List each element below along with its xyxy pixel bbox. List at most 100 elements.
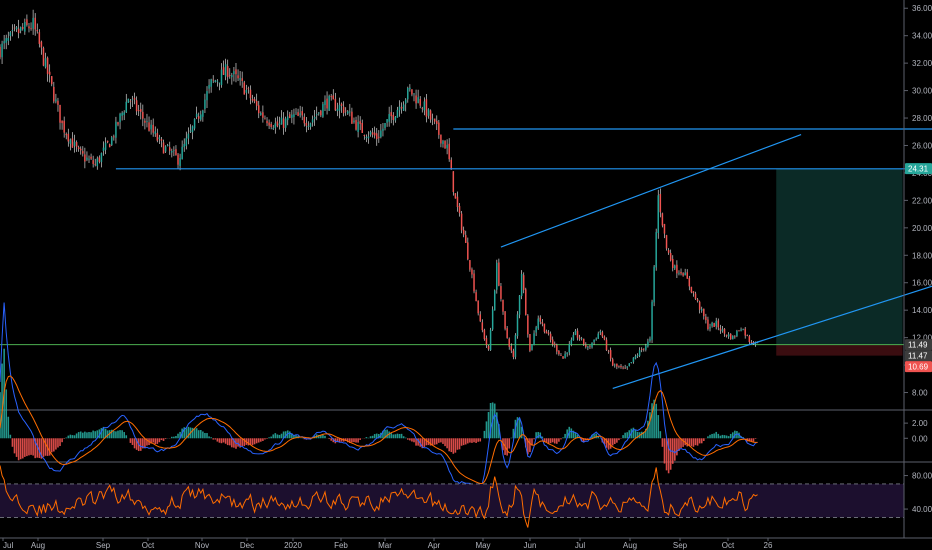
candle-body	[303, 116, 306, 124]
macd-histogram-bar	[655, 403, 657, 439]
price-tick-label: 34.00	[912, 32, 932, 41]
macd-pane[interactable]	[0, 302, 759, 488]
candle-body	[48, 71, 51, 75]
macd-histogram-bar	[386, 429, 388, 439]
macd-histogram-bar	[469, 438, 471, 443]
candle-body	[42, 48, 45, 66]
candle-body	[471, 269, 473, 275]
macd-histogram-bar	[425, 438, 428, 446]
candle-body	[719, 328, 722, 331]
candle-body	[189, 130, 192, 132]
candle-body	[643, 348, 645, 350]
candle-body	[301, 111, 303, 116]
candle-body	[156, 132, 159, 141]
macd-histogram-bar	[725, 435, 728, 439]
candle-body	[92, 160, 94, 164]
price-tick-label: 8.00	[912, 389, 928, 398]
macd-histogram-bar	[17, 438, 20, 461]
time-tick-label: Mar	[378, 541, 392, 550]
candle-body	[460, 213, 463, 231]
candle-body	[541, 322, 544, 324]
rsi-pane[interactable]	[0, 465, 904, 528]
candle-body	[289, 114, 291, 118]
macd-histogram-bar	[518, 418, 521, 439]
candle-body	[210, 79, 212, 87]
candle-body	[703, 308, 705, 317]
macd-histogram-bar	[357, 438, 359, 443]
price-axis[interactable]: 36.0034.0032.0030.0028.0026.0024.0022.00…	[903, 0, 932, 538]
candle-body	[137, 110, 140, 112]
macd-histogram-bar	[86, 432, 88, 439]
macd-histogram-bar	[24, 438, 26, 457]
candle-body	[423, 101, 426, 111]
candle-body	[237, 75, 239, 79]
candle-body	[349, 111, 351, 113]
candle-body	[622, 367, 624, 369]
macd-histogram-bar	[195, 428, 198, 439]
candle-body	[94, 163, 96, 165]
time-tick-label: Oct	[142, 541, 155, 550]
time-tick-label: May	[475, 541, 490, 550]
candle-body	[504, 311, 506, 329]
macd-histogram-bar	[11, 438, 14, 447]
candle-body	[512, 350, 515, 357]
macd-histogram-bar	[446, 438, 448, 449]
macd-histogram-bar	[456, 438, 459, 450]
candle-body	[734, 336, 736, 338]
macd-histogram-bar	[371, 435, 374, 439]
macd-histogram-bar	[231, 438, 233, 448]
macd-histogram-bar	[692, 438, 695, 447]
macd-histogram-bar	[117, 430, 119, 439]
candle-body	[104, 142, 107, 150]
candle-body	[150, 124, 152, 130]
price-pane[interactable]	[0, 9, 932, 463]
macd-histogram-bar	[5, 389, 8, 439]
candle-body	[543, 323, 546, 332]
candle-body	[686, 272, 688, 279]
candle-body	[272, 128, 274, 130]
signal-line	[0, 375, 758, 484]
macd-histogram-bar	[9, 434, 12, 439]
candle-body	[347, 111, 349, 114]
candle-body	[318, 112, 320, 114]
macd-histogram-bar	[162, 438, 165, 441]
candle-body	[535, 327, 537, 333]
candle-body	[353, 120, 355, 123]
price-tick-label: 28.00	[912, 114, 932, 123]
candle-body	[539, 317, 542, 322]
price-label-text: 11.49	[908, 341, 928, 350]
price-tick-label: 30.00	[912, 87, 932, 96]
candle-body	[297, 112, 299, 116]
macd-histogram-bar	[71, 435, 74, 439]
candle-body	[131, 99, 134, 101]
candle-body	[79, 148, 82, 151]
candle-body	[636, 355, 639, 357]
candle-body	[84, 154, 86, 162]
candle-body	[233, 71, 235, 75]
macd-histogram-bar	[618, 438, 620, 441]
candle-body	[750, 342, 753, 344]
candle-body	[533, 333, 535, 345]
candle-body	[609, 350, 612, 359]
candle-body	[260, 112, 262, 115]
candle-body	[357, 122, 359, 133]
candle-body	[231, 75, 233, 78]
candle-body	[525, 289, 527, 315]
candle-body	[500, 286, 502, 299]
candle-body	[13, 27, 16, 29]
macd-histogram-bar	[154, 438, 157, 445]
trading-chart[interactable]: 36.0034.0032.0030.0028.0026.0024.0022.00…	[0, 0, 932, 550]
macd-histogram-bar	[50, 438, 53, 453]
macd-histogram-bar	[115, 431, 117, 439]
candle-body	[707, 319, 709, 330]
candle-body	[611, 359, 614, 366]
candle-body	[334, 98, 337, 111]
macd-histogram-bar	[647, 420, 649, 439]
candle-body	[653, 266, 655, 303]
candle-body	[502, 300, 504, 312]
macd-histogram-bar	[551, 438, 554, 443]
candle-body	[367, 136, 370, 139]
candle-body	[146, 121, 148, 122]
price-tick-label: 32.00	[912, 59, 932, 68]
time-axis[interactable]: Jul Aug Sep Oct Nov Dec 2020 Feb Mar Apr May Jun Jul…	[0, 537, 932, 550]
